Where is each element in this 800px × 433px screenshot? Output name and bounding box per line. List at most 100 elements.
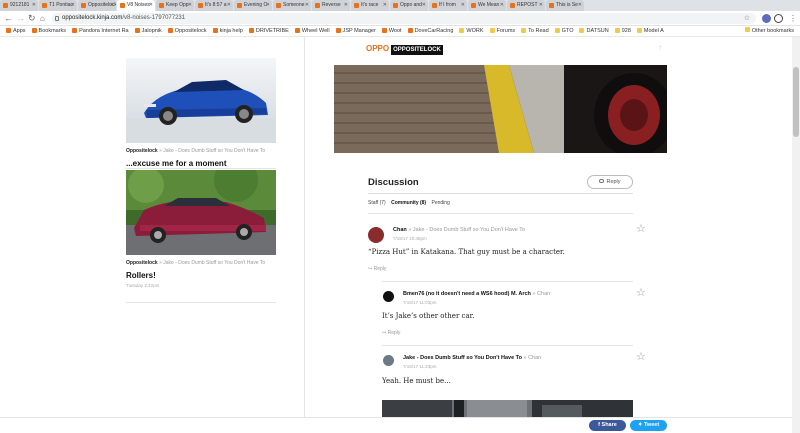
card-blog-link[interactable]: Oppositelock [126, 260, 158, 266]
close-icon[interactable]: ✕ [266, 0, 270, 11]
scrollbar-thumb[interactable] [793, 67, 799, 137]
comment-divider [368, 213, 633, 214]
browser-tab[interactable]: If I from ✕ [429, 0, 467, 11]
sidebar-card[interactable]: Oppositelock » Jake - Does Dumb Stuff so… [126, 170, 276, 288]
close-icon[interactable]: ✕ [32, 0, 36, 11]
bookmark-item[interactable]: DATSUN [579, 26, 609, 36]
forward-arrow-icon[interactable]: → [16, 12, 25, 25]
page-scrollbar[interactable] [792, 37, 800, 433]
close-icon[interactable]: ✕ [188, 0, 192, 11]
comment-timestamp[interactable]: 7/19/17 11:23pm [403, 364, 436, 369]
address-bar[interactable]: oppositelock.kinja.com/v8-noises-1797077… [52, 13, 756, 24]
bookmark-item[interactable]: Forums [489, 26, 515, 36]
close-icon[interactable]: ✕ [461, 0, 465, 11]
close-icon[interactable]: ✕ [227, 0, 231, 11]
bookmark-star-icon[interactable]: ☆ [744, 13, 750, 24]
reload-icon[interactable]: ↻ [28, 12, 36, 25]
browser-tab[interactable]: Someone ✕ [273, 0, 311, 11]
card-blog-link[interactable]: Oppositelock [126, 148, 158, 154]
tab-staff[interactable]: Staff (7) [368, 200, 386, 206]
bookmark-item[interactable]: Bookmarks [31, 26, 66, 36]
card-meta: Oppositelock » Jake - Does Dumb Stuff so… [126, 148, 266, 154]
tab-pending[interactable]: Pending [431, 200, 449, 206]
bookmark-item[interactable]: kinja help [212, 26, 243, 36]
card-image-red-car[interactable] [126, 170, 276, 255]
back-arrow-icon[interactable]: ← [4, 12, 13, 25]
comment-reply-link[interactable]: ↪ Reply [368, 266, 386, 272]
comment-username[interactable]: Bmen76 (no it doesn't need a WS6 hood) M… [403, 291, 531, 297]
scroll-top-arrow-icon[interactable]: ↑ [658, 43, 662, 52]
star-icon[interactable]: ☆ [636, 352, 646, 363]
card-title[interactable]: Rollers! [126, 271, 276, 280]
comment-reply-to[interactable]: Chan [537, 291, 550, 297]
browser-tab[interactable]: Reverse ✕ [312, 0, 350, 11]
other-bookmarks[interactable]: Other bookmarks [744, 26, 794, 36]
bookmark-item[interactable]: JSP Manager [335, 26, 376, 36]
bookmark-item[interactable]: Jalopnik [134, 26, 162, 36]
twitter-share-button[interactable]: ✦ Tweet [630, 420, 667, 431]
bookmark-item[interactable]: DoveCarRacing [407, 26, 453, 36]
tab-community[interactable]: Community (8) [391, 200, 426, 206]
bookmark-item[interactable]: Model A [636, 26, 664, 36]
close-icon[interactable]: ✕ [149, 0, 153, 11]
close-icon[interactable]: ✕ [305, 0, 309, 11]
star-icon[interactable]: ☆ [636, 224, 646, 235]
close-icon[interactable]: ✕ [383, 0, 387, 11]
close-icon[interactable]: ✕ [422, 0, 426, 11]
bookmark-item[interactable]: To Read [521, 26, 549, 36]
comment-timestamp[interactable]: 7/19/17 10:46pm [393, 236, 427, 241]
avatar[interactable] [383, 355, 394, 366]
card-meta: Oppositelock » Jake - Does Dumb Stuff so… [126, 260, 266, 266]
card-title[interactable]: ...excuse me for a moment [126, 159, 276, 168]
comment-username[interactable]: Jake - Does Dumb Stuff so You Don't Have… [403, 355, 522, 361]
home-icon[interactable]: ⌂ [40, 12, 45, 25]
card-image-blue-car[interactable] [126, 58, 276, 143]
bookmark-item[interactable]: Wheel Well [294, 26, 330, 36]
browser-tab[interactable]: T1 Pontiac ✕ [39, 0, 77, 11]
close-icon[interactable]: ✕ [71, 0, 75, 11]
comment-timestamp[interactable]: 7/19/17 11:03pm [403, 300, 436, 305]
browser-tab[interactable]: Evening O ✕ [234, 0, 272, 11]
star-icon[interactable]: ☆ [636, 288, 646, 299]
browser-tab[interactable]: V8 Noises ✕ [117, 0, 155, 11]
browser-tab[interactable]: This is Se ✕ [546, 0, 584, 11]
sidebar-card[interactable]: Oppositelock » Jake - Does Dumb Stuff so… [126, 58, 276, 176]
tab-strip: 9212181 ✕ T1 Pontiac ✕ Oppositelock ✕ V8 Noise… [0, 0, 800, 11]
browser-tab[interactable]: It's race ✕ [351, 0, 389, 11]
bookmark-item[interactable]: Pandora Internet Ra [72, 26, 129, 36]
browser-tab[interactable]: REPOST ✕ [507, 0, 545, 11]
browser-tab[interactable]: It's 8:57 a ✕ [195, 0, 233, 11]
close-icon[interactable]: ✕ [500, 0, 504, 11]
tab-favicon-icon [471, 3, 476, 8]
menu-icon[interactable]: ⋮ [789, 12, 797, 25]
bookmark-item[interactable]: GTO [554, 26, 573, 36]
card-author[interactable]: Jake - Does Dumb Stuff so You Don't Have… [163, 148, 265, 154]
comment-reply-to[interactable]: Jake - Does Dumb Stuff so You Don't Have… [413, 227, 525, 233]
oppositelock-logo[interactable]: OPPO OPPOSITELOCK [366, 44, 443, 55]
comment-reply-to[interactable]: Chan [528, 355, 541, 361]
browser-tab[interactable]: 9212181 ✕ [0, 0, 38, 11]
bookmark-item[interactable]: Oppositelock [167, 26, 207, 36]
card-author[interactable]: Jake - Does Dumb Stuff so You Don't Have… [163, 260, 265, 266]
extension-icon-2[interactable] [774, 14, 783, 23]
reply-button[interactable]: Reply [587, 175, 633, 189]
browser-tab[interactable]: Keep Opp ✕ [156, 0, 194, 11]
close-icon[interactable]: ✕ [110, 0, 114, 11]
comment-username[interactable]: Chan [393, 227, 407, 233]
facebook-share-button[interactable]: f Share [589, 420, 626, 431]
browser-tab[interactable]: We Mean ✕ [468, 0, 506, 11]
avatar[interactable] [368, 227, 384, 243]
bookmark-item[interactable]: DRIVETRIBE [248, 26, 289, 36]
comment-reply-link[interactable]: ↪ Reply [382, 330, 400, 336]
bookmark-item[interactable]: 928 [614, 26, 631, 36]
bookmark-item[interactable]: Apps [6, 26, 26, 36]
close-icon[interactable]: ✕ [344, 0, 348, 11]
extension-icon[interactable] [762, 14, 771, 23]
browser-tab[interactable]: Oppo and ✕ [390, 0, 428, 11]
bookmark-item[interactable]: WORK [459, 26, 484, 36]
browser-tab[interactable]: Oppositelock ✕ [78, 0, 116, 11]
close-icon[interactable]: ✕ [539, 0, 543, 11]
bookmark-item[interactable]: Woot [381, 26, 402, 36]
avatar[interactable] [383, 291, 394, 302]
close-icon[interactable]: ✕ [578, 0, 582, 11]
